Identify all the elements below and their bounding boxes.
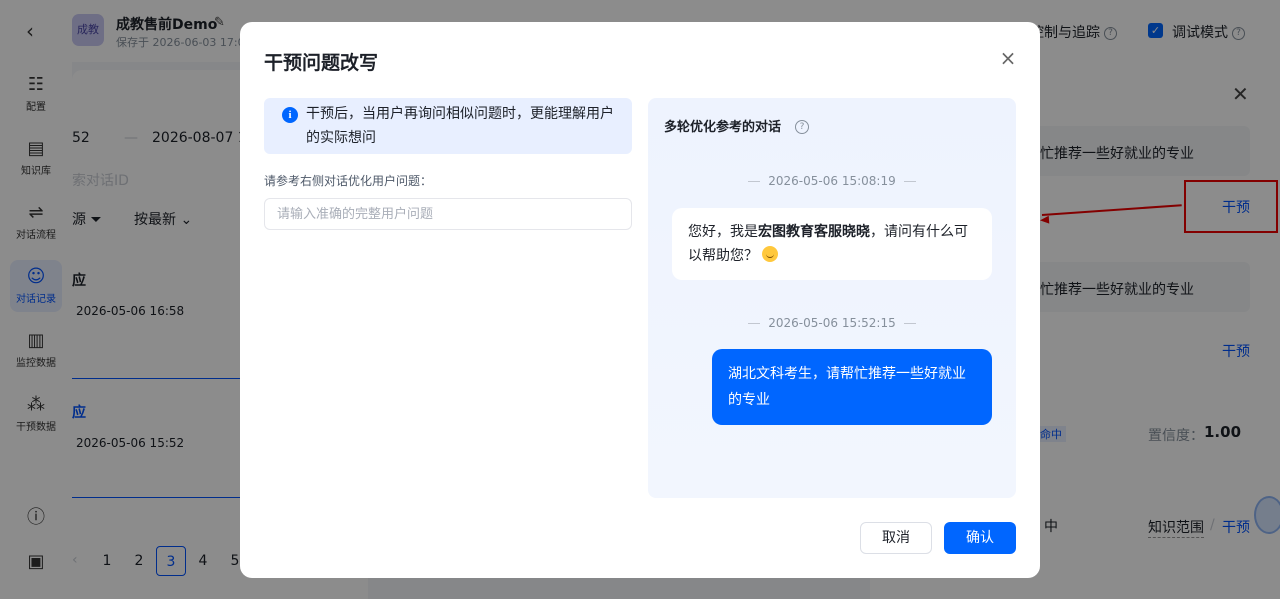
help-icon[interactable]: ?	[795, 120, 809, 134]
info-text: 干预后，当用户再询问相似问题时，更能理解用户的实际想问	[306, 106, 614, 146]
cancel-button[interactable]: 取消	[860, 522, 932, 554]
confirm-button[interactable]: 确认	[944, 522, 1016, 554]
smile-emoji-icon	[762, 246, 778, 262]
close-icon[interactable]: ×	[998, 48, 1018, 68]
user-message: 湖北文科考生，请帮忙推荐一些好就业的专业	[712, 349, 992, 425]
info-alert: i 干预后，当用户再询问相似问题时，更能理解用户的实际想问	[264, 98, 632, 154]
conversation-title: 多轮优化参考的对话	[664, 120, 782, 135]
reference-conversation: 多轮优化参考的对话 ? 2026-05-06 15:08:19 您好，我是宏图教…	[648, 98, 1016, 498]
message-timestamp: 2026-05-06 15:08:19	[648, 174, 1016, 188]
field-label: 请参考右侧对话优化用户问题：	[264, 174, 433, 188]
message-timestamp: 2026-05-06 15:52:15	[648, 316, 1016, 330]
bot-message: 您好，我是宏图教育客服晓晓，请问有什么可以帮助您？	[672, 208, 992, 280]
info-icon: i	[282, 107, 298, 123]
question-input[interactable]	[264, 198, 632, 230]
dialog-title: 干预问题改写	[264, 52, 379, 74]
intervene-dialog: 干预问题改写 × i 干预后，当用户再询问相似问题时，更能理解用户的实际想问 请…	[240, 22, 1040, 578]
